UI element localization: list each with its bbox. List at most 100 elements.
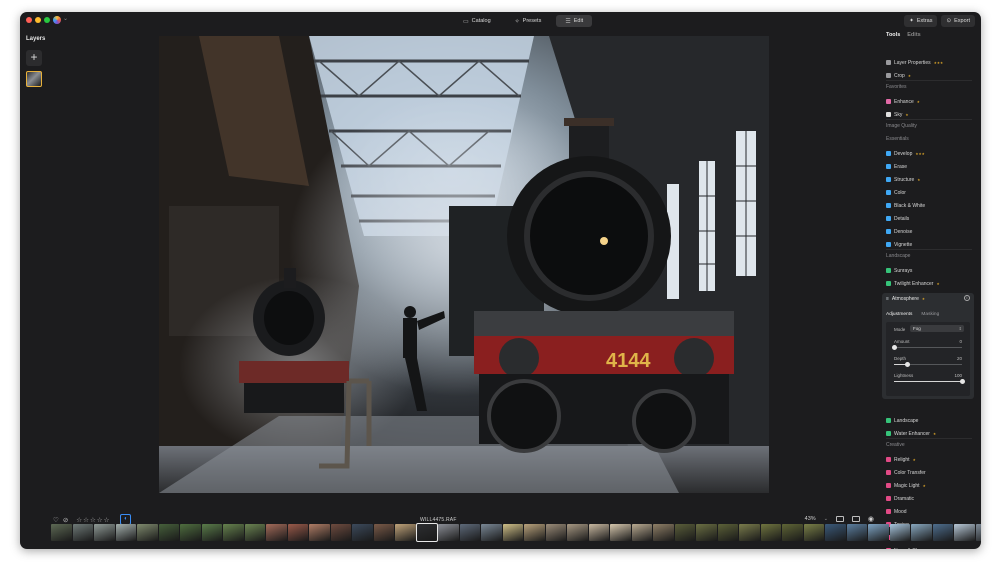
filmstrip-thumbnail[interactable] <box>51 524 72 541</box>
tool-twilight-enhancer[interactable]: Twilight Enhancer ★ <box>886 279 940 288</box>
tool-erase[interactable]: Erase <box>886 162 907 171</box>
star-icon[interactable]: ☆ <box>97 516 103 524</box>
filmstrip-thumbnail[interactable] <box>481 524 502 541</box>
slider-amount[interactable] <box>891 345 962 350</box>
tool-details[interactable]: Details <box>886 214 909 223</box>
tool-color-transfer[interactable]: Color Transfer <box>886 468 926 477</box>
tool-neon-glow[interactable]: Neon & Glow <box>886 546 923 549</box>
tab-adjustments[interactable]: Adjustments <box>886 312 912 317</box>
filmstrip-thumbnail[interactable] <box>610 524 631 541</box>
filmstrip-thumbnail[interactable] <box>115 524 136 541</box>
filmstrip-thumbnail[interactable] <box>373 524 394 541</box>
tool-structure[interactable]: Structure ★ <box>886 175 920 184</box>
tool-mood[interactable]: Mood <box>886 507 907 516</box>
photo-canvas[interactable]: 4144 <box>159 36 769 493</box>
fit-screen-icon[interactable] <box>835 516 844 522</box>
filmstrip-thumbnail[interactable] <box>223 524 244 541</box>
tool-black-white[interactable]: Black & White <box>886 201 925 210</box>
filmstrip-thumbnail[interactable] <box>717 524 738 541</box>
filmstrip-thumbnail[interactable] <box>545 524 566 541</box>
tab-masking[interactable]: Masking <box>921 312 939 317</box>
filmstrip-thumbnail[interactable] <box>502 524 523 541</box>
filmstrip-thumbnail[interactable] <box>352 524 373 541</box>
filmstrip-thumbnail[interactable] <box>803 524 824 541</box>
rating-stars[interactable]: ☆ ☆ ☆ ☆ ☆ <box>76 516 109 524</box>
filmstrip-thumbnail[interactable] <box>954 524 975 541</box>
slider-depth[interactable] <box>894 362 962 367</box>
mode-select[interactable]: Fog ⇕ <box>910 325 964 332</box>
tool-water-enhancer[interactable]: Water Enhancer ★ <box>886 429 936 438</box>
eye-icon[interactable]: ◉ <box>868 515 874 523</box>
atmosphere-header[interactable]: ≡ Atmosphere ★ <box>886 296 925 302</box>
filmstrip-thumbnail[interactable] <box>782 524 803 541</box>
filmstrip-thumbnail[interactable] <box>631 524 652 541</box>
slider-lightness[interactable] <box>894 379 965 384</box>
filmstrip-thumbnail[interactable] <box>911 524 932 541</box>
tool-denoise[interactable]: Denoise <box>886 227 912 236</box>
filmstrip-thumbnail[interactable] <box>889 524 910 541</box>
tool-enhance[interactable]: Enhance ★ <box>886 97 920 106</box>
filmstrip-thumbnail[interactable] <box>415 523 438 542</box>
filmstrip-thumbnail[interactable] <box>266 524 287 541</box>
filmstrip-thumbnail[interactable] <box>244 524 265 541</box>
export-button[interactable]: ⊙ Export <box>941 15 975 27</box>
filmstrip-thumbnail[interactable] <box>395 524 416 541</box>
star-icon[interactable]: ☆ <box>83 516 89 524</box>
filmstrip-thumbnail[interactable] <box>932 524 953 541</box>
tool-relight[interactable]: Relight ★ <box>886 455 916 464</box>
zoom-chevron-icon[interactable]: ⌄ <box>824 516 828 522</box>
tool-layer-properties[interactable]: Layer Properties ★★★ <box>886 58 943 67</box>
tool-crop[interactable]: Crop ★ <box>886 71 911 80</box>
add-layer-button[interactable]: + <box>26 50 42 66</box>
filmstrip-thumbnail[interactable] <box>825 524 846 541</box>
chevron-down-icon[interactable]: ⌄ <box>63 15 68 22</box>
nav-edit-button[interactable]: ☰ Edit <box>556 15 593 27</box>
filmstrip-thumbnail[interactable] <box>158 524 179 541</box>
nav-presets-button[interactable]: ✧ Presets <box>506 15 551 27</box>
tool-develop[interactable]: Develop ★★★ <box>886 149 925 158</box>
filmstrip-thumbnail[interactable] <box>696 524 717 541</box>
tool-sky[interactable]: Sky ★ <box>886 110 908 119</box>
tool-sunrays[interactable]: Sunrays <box>886 266 912 275</box>
slider-knob[interactable] <box>891 345 897 350</box>
filmstrip-thumbnail[interactable] <box>287 524 308 541</box>
filmstrip-thumbnail[interactable] <box>309 524 330 541</box>
reject-icon[interactable]: ⊘ <box>63 516 68 524</box>
filmstrip-thumbnail[interactable] <box>180 524 201 541</box>
star-icon[interactable]: ☆ <box>76 516 82 524</box>
tool-vignette[interactable]: Vignette <box>886 240 912 249</box>
slider-knob[interactable] <box>905 362 911 367</box>
info-icon[interactable]: i <box>964 295 970 301</box>
split-view-icon[interactable] <box>851 516 860 522</box>
tool-landscape[interactable]: Landscape <box>886 416 918 425</box>
extras-button[interactable]: ✦ Extras <box>904 15 938 27</box>
filmstrip-thumbnail[interactable] <box>653 524 674 541</box>
filmstrip-thumbnail[interactable] <box>674 524 695 541</box>
minimize-window-button[interactable] <box>35 17 41 23</box>
filmstrip-thumbnail[interactable] <box>459 524 480 541</box>
nav-catalog-button[interactable]: ▭ Catalog <box>454 15 500 27</box>
filmstrip-thumbnail[interactable] <box>760 524 781 541</box>
tab-edits[interactable]: Edits <box>907 32 920 38</box>
filmstrip-thumbnail[interactable] <box>72 524 93 541</box>
filmstrip-thumbnail[interactable] <box>868 524 889 541</box>
tool-color[interactable]: Color <box>886 188 906 197</box>
zoom-level[interactable]: 43% <box>805 516 816 522</box>
filmstrip-thumbnail[interactable] <box>588 524 609 541</box>
star-icon[interactable]: ☆ <box>90 516 96 524</box>
filmstrip-thumbnail[interactable] <box>94 524 115 541</box>
slider-knob[interactable] <box>959 379 965 384</box>
tool-magic-light[interactable]: Magic Light ★ <box>886 481 926 490</box>
filmstrip-thumbnail[interactable] <box>137 524 158 541</box>
filmstrip-thumbnail[interactable] <box>438 524 459 541</box>
filmstrip-thumbnail[interactable] <box>739 524 760 541</box>
layer-thumbnail[interactable] <box>26 71 42 87</box>
filmstrip-thumbnail[interactable] <box>330 524 351 541</box>
tool-dramatic[interactable]: Dramatic <box>886 494 914 503</box>
filmstrip-thumbnail[interactable] <box>846 524 867 541</box>
heart-icon[interactable]: ♡ <box>53 516 59 524</box>
star-icon[interactable]: ☆ <box>104 516 110 524</box>
filmstrip-thumbnail[interactable] <box>975 524 981 541</box>
zoom-window-button[interactable] <box>44 17 50 23</box>
filmstrip-thumbnail[interactable] <box>201 524 222 541</box>
